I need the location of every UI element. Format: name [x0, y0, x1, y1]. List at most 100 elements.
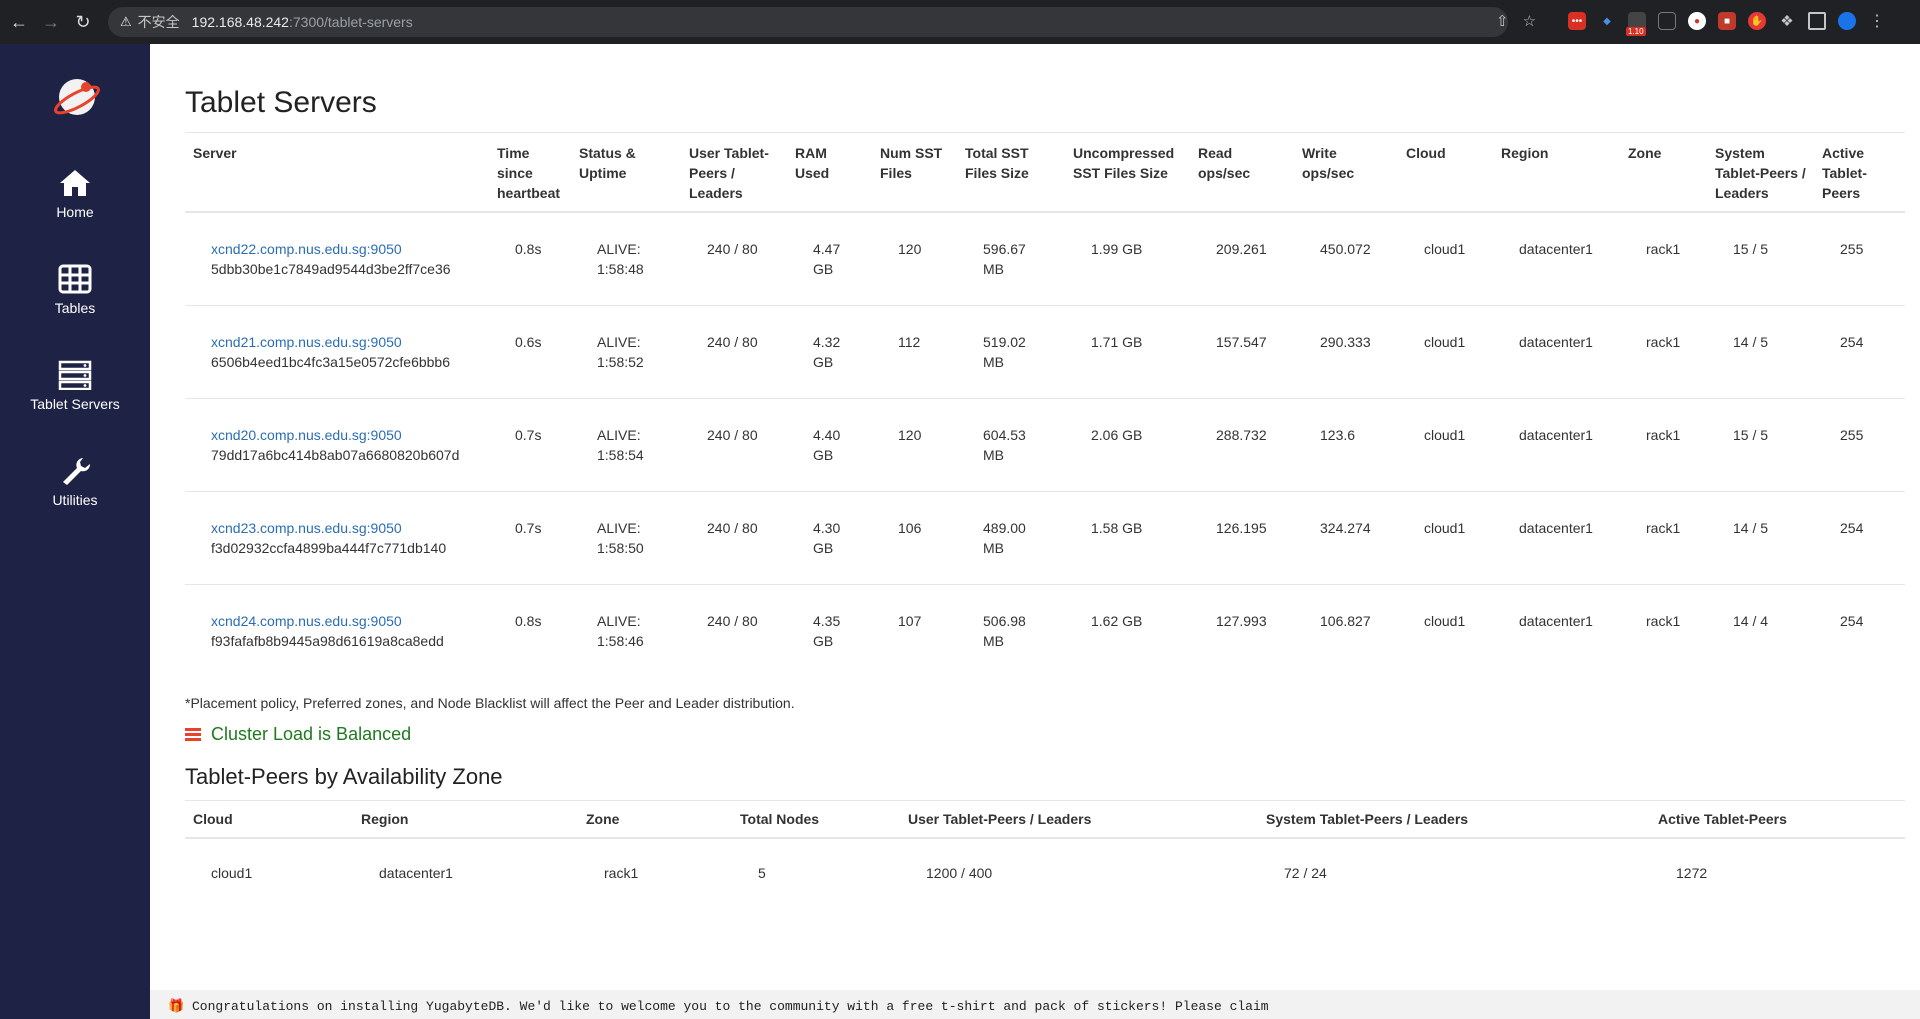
system-peers-cell: 15 / 5	[1707, 212, 1814, 306]
server-link[interactable]: xcnd21.comp.nus.edu.sg:9050	[211, 334, 402, 350]
sidepanel-icon[interactable]	[1808, 12, 1826, 30]
sst-files-cell: 106	[872, 491, 957, 585]
uptime-value: 1:58:46	[597, 633, 644, 649]
column-header[interactable]: RAM Used	[787, 132, 872, 213]
user-peers-cell: 240 / 80	[681, 398, 787, 492]
ram-cell: 4.30 GB	[787, 491, 872, 585]
forward-arrow-icon[interactable]: →	[38, 9, 64, 35]
server-cell: xcnd22.comp.nus.edu.sg:9050 5dbb30be1c784…	[185, 212, 489, 306]
status-cell: ALIVE: 1:58:50	[571, 491, 681, 585]
uptime-value: 1:58:50	[597, 540, 644, 556]
table-row: xcnd23.comp.nus.edu.sg:9050 f3d02932ccfa4…	[185, 491, 1905, 585]
region-cell: datacenter1	[1519, 613, 1593, 629]
table-header-row: Server Time since heartbeat Status & Upt…	[185, 132, 1905, 213]
region-cell: datacenter1	[379, 865, 453, 881]
extension-icon[interactable]: ■	[1718, 12, 1736, 30]
user-peers-cell: 240 / 80	[707, 613, 758, 629]
read-ops-cell: 288.732	[1190, 398, 1294, 492]
column-header[interactable]: Uncompressed SST Files Size	[1065, 132, 1190, 213]
cloud-cell: cloud1	[1424, 613, 1466, 629]
sst-size-unit: MB	[983, 540, 1004, 556]
column-header[interactable]: Zone	[1620, 132, 1707, 213]
server-cell: xcnd20.comp.nus.edu.sg:9050 79dd17a6bc414…	[185, 398, 489, 492]
warning-icon: ⚠	[120, 14, 132, 29]
column-header[interactable]: User Tablet-Peers / Leaders	[681, 132, 787, 213]
column-header[interactable]: Region	[353, 800, 578, 839]
back-arrow-icon[interactable]: ←	[6, 9, 32, 35]
welcome-banner: 🎁 Congratulations on installing Yugabyte…	[150, 990, 1920, 1019]
column-header[interactable]: Server	[185, 132, 489, 213]
extension-icon[interactable]: ◆	[1598, 12, 1616, 30]
reload-icon[interactable]: ↻	[70, 9, 96, 35]
server-link[interactable]: xcnd23.comp.nus.edu.sg:9050	[211, 520, 402, 536]
column-header[interactable]: Time since heartbeat	[489, 132, 571, 213]
server-link[interactable]: xcnd22.comp.nus.edu.sg:9050	[211, 241, 402, 257]
zone-cell: rack1	[1620, 491, 1707, 585]
column-header[interactable]: Cloud	[185, 800, 353, 839]
uncompressed-size-cell: 1.71 GB	[1065, 305, 1190, 399]
extension-icon[interactable]: 1.10	[1626, 12, 1646, 36]
active-peers-cell: 254	[1814, 491, 1905, 585]
ram-value: 4.35	[813, 613, 841, 629]
ram-value: 4.47	[813, 241, 841, 257]
column-header[interactable]: Read ops/sec	[1190, 132, 1294, 213]
active-peers-cell: 1272	[1676, 865, 1708, 881]
active-peers-cell: 254	[1840, 613, 1864, 629]
table-header-row: Cloud Region Zone Total Nodes User Table…	[185, 800, 1905, 839]
menu-kebab-icon[interactable]: ⋮	[1868, 12, 1886, 30]
puzzle-icon[interactable]: ❖	[1778, 12, 1796, 30]
sst-size-value: 604.53	[983, 427, 1026, 443]
extension-icon[interactable]	[1658, 12, 1676, 30]
sst-size-value: 489.00	[983, 520, 1026, 536]
sidebar-item-label: Tables	[54, 300, 96, 316]
profile-avatar[interactable]	[1838, 12, 1856, 30]
column-header[interactable]: Region	[1493, 132, 1620, 213]
tablet-servers-table: Server Time since heartbeat Status & Upt…	[185, 132, 1905, 677]
read-ops-cell: 157.547	[1190, 305, 1294, 399]
column-header[interactable]: System Tablet-Peers / Leaders	[1258, 800, 1650, 839]
bookmark-star-icon[interactable]: ☆	[1523, 12, 1536, 30]
sidebar-item-home[interactable]: Home	[0, 168, 150, 220]
status-label: ALIVE:	[597, 334, 641, 350]
column-header[interactable]: Status & Uptime	[571, 132, 681, 213]
status-cell: ALIVE: 1:58:48	[571, 212, 681, 306]
column-header[interactable]: User Tablet-Peers / Leaders	[900, 800, 1258, 839]
status-label: ALIVE:	[597, 613, 641, 629]
address-bar[interactable]: ⚠ 不安全 192.168.48.242:7300/tablet-servers	[108, 7, 1508, 37]
server-cell: xcnd21.comp.nus.edu.sg:9050 6506b4eed1bc4…	[185, 305, 489, 399]
write-ops-cell: 290.333	[1294, 305, 1398, 399]
column-header[interactable]: Total SST Files Size	[957, 132, 1065, 213]
server-link[interactable]: xcnd20.comp.nus.edu.sg:9050	[211, 427, 402, 443]
column-header[interactable]: Total Nodes	[732, 800, 900, 839]
gift-icon: 🎁	[168, 999, 185, 1014]
yugabyte-logo[interactable]	[52, 72, 102, 122]
active-peers-cell: 255	[1814, 398, 1905, 492]
uptime-value: 1:58:54	[597, 447, 644, 463]
sidebar-item-tablet-servers[interactable]: Tablet Servers	[0, 360, 150, 412]
cloud-cell: cloud1	[1398, 305, 1493, 399]
column-header[interactable]: Cloud	[1398, 132, 1493, 213]
sst-size-unit: MB	[983, 447, 1004, 463]
region-cell: datacenter1	[1493, 305, 1620, 399]
sidebar-item-utilities[interactable]: Utilities	[0, 456, 150, 508]
column-header[interactable]: Zone	[578, 800, 732, 839]
extension-icon[interactable]: ✋	[1748, 12, 1766, 30]
table-row: xcnd20.comp.nus.edu.sg:9050 79dd17a6bc414…	[185, 398, 1905, 492]
share-icon[interactable]: ⇧	[1496, 12, 1509, 30]
server-stack-icon	[58, 360, 92, 390]
column-header[interactable]: Active Tablet-Peers	[1814, 132, 1905, 213]
extension-icon[interactable]: ●	[1688, 12, 1706, 30]
sst-files-cell: 120	[872, 212, 957, 306]
region-cell: datacenter1	[1493, 212, 1620, 306]
server-link[interactable]: xcnd24.comp.nus.edu.sg:9050	[211, 613, 402, 629]
balance-status-text: Cluster Load is Balanced	[211, 724, 412, 744]
column-header[interactable]: Write ops/sec	[1294, 132, 1398, 213]
column-header[interactable]: Num SST Files	[872, 132, 957, 213]
sst-size-unit: MB	[983, 261, 1004, 277]
extension-icon[interactable]: •••	[1568, 12, 1586, 30]
column-header[interactable]: System Tablet-Peers / Leaders	[1707, 132, 1814, 213]
column-header[interactable]: Active Tablet-Peers	[1650, 800, 1905, 839]
server-uuid: f93fafafb8b9445a98d61619a8ca8edd	[211, 633, 444, 649]
sidebar-item-tables[interactable]: Tables	[0, 264, 150, 316]
ram-cell: 4.40 GB	[787, 398, 872, 492]
